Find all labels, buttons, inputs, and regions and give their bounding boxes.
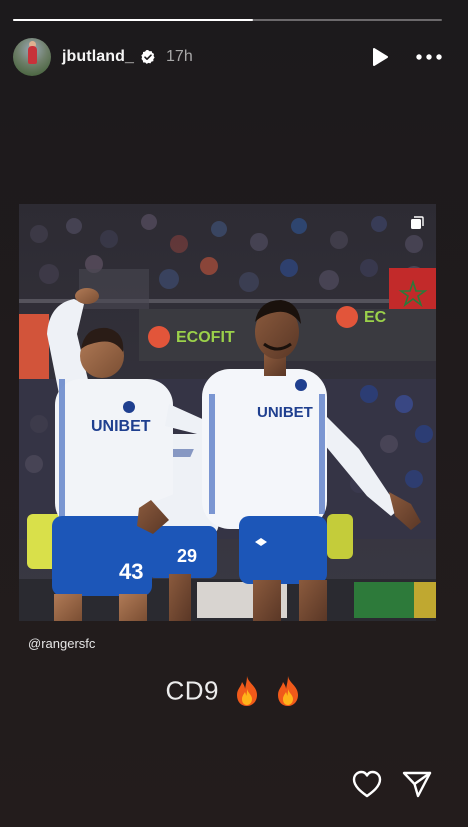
play-button[interactable]	[369, 46, 391, 68]
caption-text: CD9	[165, 675, 220, 706]
story-viewer: jbutland_ 17h ECOFIT EC 29 UNIBET 43 UNI…	[0, 0, 468, 827]
send-icon	[402, 771, 432, 798]
avatar[interactable]	[13, 38, 51, 76]
multi-photo-icon	[411, 216, 424, 229]
share-button[interactable]	[401, 769, 433, 799]
fire-icon	[278, 676, 299, 707]
shirt-number-29: 29	[177, 546, 197, 566]
story-progress-bar	[13, 19, 442, 21]
play-icon	[373, 48, 388, 66]
username[interactable]: jbutland_	[62, 48, 134, 66]
story-progress-fill	[13, 19, 254, 21]
verified-badge-icon	[140, 49, 156, 65]
more-options-button[interactable]	[415, 46, 443, 68]
ad-board-ec: EC	[364, 309, 387, 326]
more-options-icon	[416, 54, 442, 60]
shirt-number-43: 43	[119, 559, 143, 584]
story-photo[interactable]: ECOFIT EC 29 UNIBET 43 UNIBET	[19, 204, 436, 621]
shirt-sponsor-main: UNIBET	[257, 404, 313, 421]
heart-icon	[352, 770, 382, 798]
ad-board-ecofit: ECOFIT	[176, 329, 235, 346]
story-header: jbutland_ 17h	[13, 37, 443, 77]
mention-rangersfc[interactable]: @rangersfc	[28, 636, 95, 651]
fire-icon	[236, 676, 257, 707]
story-caption: CD9	[0, 674, 468, 707]
shirt-sponsor-left: UNIBET	[91, 418, 151, 435]
post-timestamp: 17h	[166, 48, 193, 65]
like-button[interactable]	[351, 769, 383, 799]
